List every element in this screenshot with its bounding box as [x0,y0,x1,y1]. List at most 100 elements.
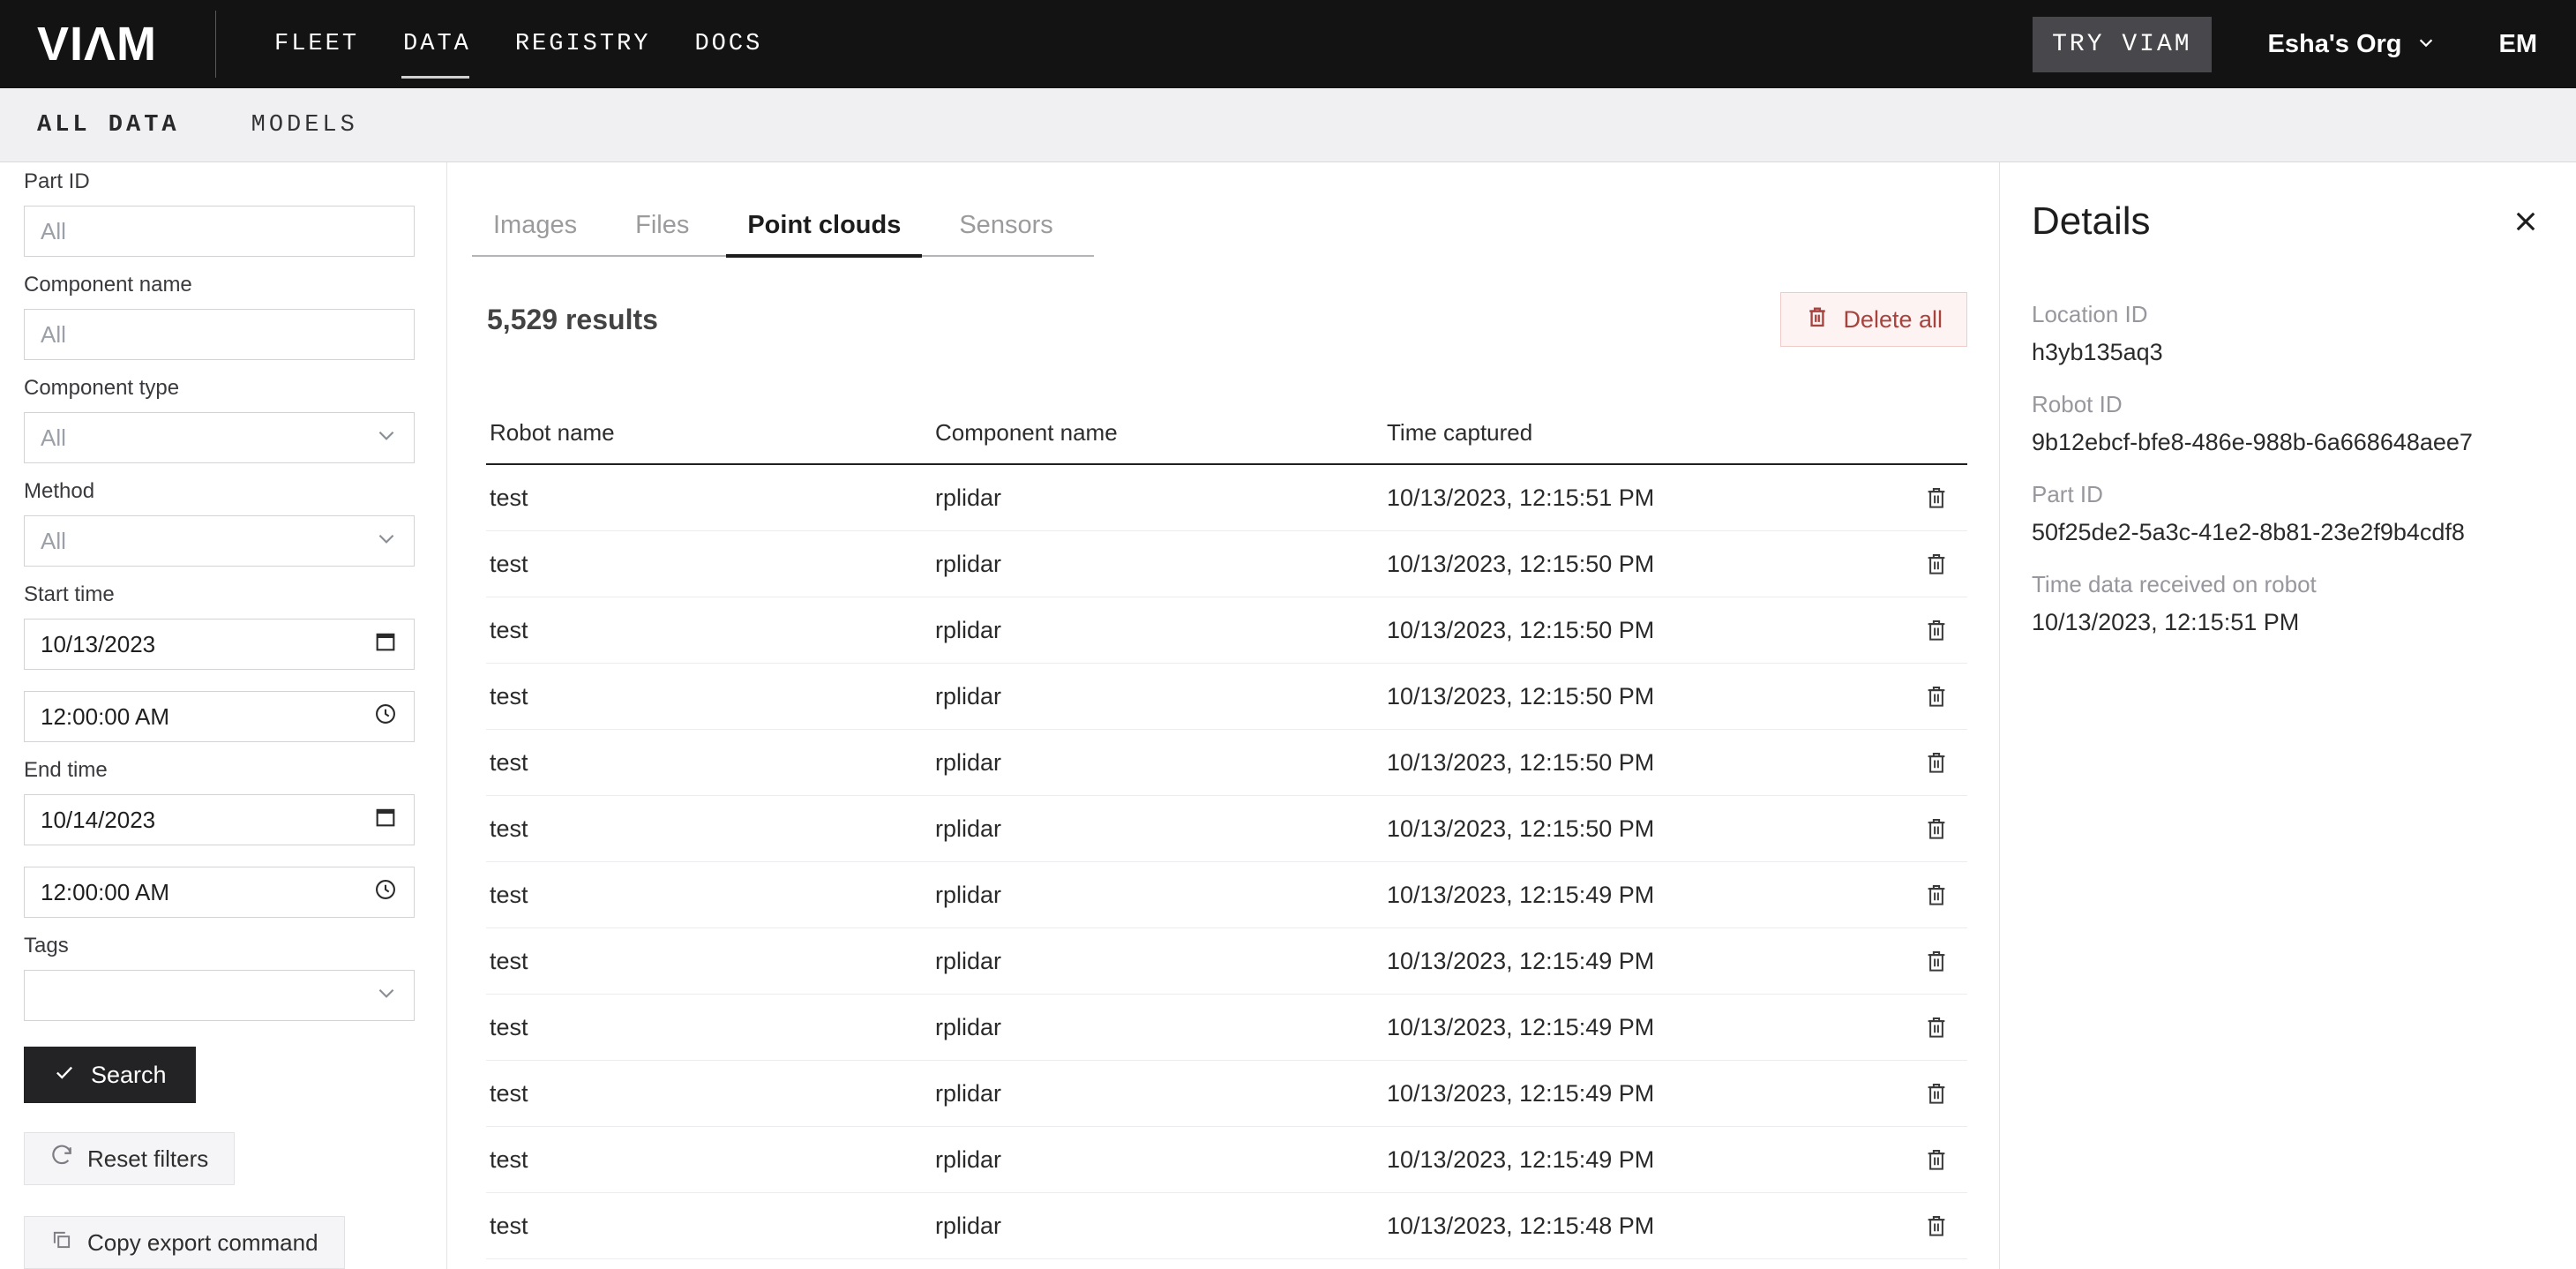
cell-time-captured: 10/13/2023, 12:15:49 PM [1383,1146,1906,1174]
clock-icon[interactable] [373,877,398,908]
table-row[interactable]: test rplidar 10/13/2023, 12:15:50 PM [486,531,1967,597]
tab-point-clouds[interactable]: Point clouds [726,210,922,258]
org-selector[interactable]: Esha's Org [2268,29,2436,59]
cell-component-name: rplidar [932,882,1383,909]
delete-row-button[interactable] [1923,484,1950,511]
cell-component-name: rplidar [932,1014,1383,1041]
table-row[interactable]: test rplidar 10/13/2023, 12:15:51 PM [486,465,1967,531]
top-nav: VIΛM FLEET DATA REGISTRY DOCS TRY VIAM E… [0,0,2576,88]
tab-sensors[interactable]: Sensors [938,210,1074,258]
try-viam-button[interactable]: TRY VIAM [2033,17,2211,72]
table-row[interactable]: test rplidar 10/13/2023, 12:15:50 PM [486,796,1967,862]
cell-component-name: rplidar [932,551,1383,578]
delete-row-button[interactable] [1923,882,1950,908]
point-clouds-table: Robot name Component name Time captured … [486,419,1967,1269]
tags-select[interactable] [24,970,415,1021]
component-name-label: Component name [24,273,415,297]
table-row[interactable]: test rplidar 10/13/2023, 12:15:48 PM [486,1259,1967,1269]
sub-nav: ALL DATA MODELS [0,88,2576,162]
chevron-down-icon [375,527,398,556]
cell-robot-name: test [486,882,932,909]
avatar[interactable]: EM [2499,30,2538,59]
table-row[interactable]: test rplidar 10/13/2023, 12:15:50 PM [486,597,1967,664]
chevron-down-icon [375,981,398,1010]
detail-field-part-id: Part ID 50f25de2-5a3c-41e2-8b81-23e2f9b4… [2032,481,2541,546]
cell-time-captured: 10/13/2023, 12:15:50 PM [1383,617,1906,644]
delete-row-button[interactable] [1923,551,1950,577]
nav-item-docs[interactable]: DOCS [694,31,762,57]
delete-row-button[interactable] [1923,1080,1950,1107]
column-robot-name: Robot name [486,419,932,446]
tags-label: Tags [24,934,415,958]
component-type-select[interactable]: All [24,412,415,463]
reset-icon [50,1145,73,1174]
check-icon [53,1061,76,1090]
start-date-input[interactable]: 10/13/2023 [24,619,415,670]
cell-robot-name: test [486,749,932,777]
delete-row-button[interactable] [1923,815,1950,842]
table-row[interactable]: test rplidar 10/13/2023, 12:15:49 PM [486,995,1967,1061]
component-type-label: Component type [24,376,415,401]
part-id-input[interactable] [24,206,415,257]
delete-row-button[interactable] [1923,1213,1950,1239]
close-icon[interactable] [2511,206,2541,237]
cell-component-name: rplidar [932,1080,1383,1108]
table-row[interactable]: test rplidar 10/13/2023, 12:15:49 PM [486,928,1967,995]
delete-row-button[interactable] [1923,948,1950,974]
detail-field-time-received: Time data received on robot 10/13/2023, … [2032,571,2541,636]
cell-component-name: rplidar [932,1146,1383,1174]
cell-robot-name: test [486,617,932,644]
part-id-label: Part ID [24,169,415,194]
column-component-name: Component name [932,419,1383,446]
detail-field-robot-id: Robot ID 9b12ebcf-bfe8-486e-988b-6a66864… [2032,391,2541,456]
data-type-tabs: Images Files Point clouds Sensors [472,210,1094,257]
main-content: Images Files Point clouds Sensors 5,529 … [447,162,1999,1269]
table-row[interactable]: test rplidar 10/13/2023, 12:15:49 PM [486,862,1967,928]
nav-item-fleet[interactable]: FLEET [274,31,359,57]
search-button[interactable]: Search [24,1047,196,1103]
tab-images[interactable]: Images [472,210,598,258]
table-row[interactable]: test rplidar 10/13/2023, 12:15:49 PM [486,1127,1967,1193]
start-time-input[interactable]: 12:00:00 AM [24,691,415,742]
cell-component-name: rplidar [932,749,1383,777]
cell-robot-name: test [486,1014,932,1041]
delete-all-button[interactable]: Delete all [1780,292,1967,347]
table-row[interactable]: test rplidar 10/13/2023, 12:15:49 PM [486,1061,1967,1127]
delete-row-button[interactable] [1923,1146,1950,1173]
table-row[interactable]: test rplidar 10/13/2023, 12:15:50 PM [486,664,1967,730]
calendar-icon[interactable] [373,629,398,660]
calendar-icon[interactable] [373,805,398,836]
viam-logo[interactable]: VIΛM [37,17,157,71]
table-row[interactable]: test rplidar 10/13/2023, 12:15:50 PM [486,730,1967,796]
nav-divider [215,11,216,78]
tab-models[interactable]: MODELS [251,112,358,139]
cell-time-captured: 10/13/2023, 12:15:49 PM [1383,1014,1906,1041]
end-time-input[interactable]: 12:00:00 AM [24,867,415,918]
method-select[interactable]: All [24,515,415,567]
delete-row-button[interactable] [1923,617,1950,643]
method-label: Method [24,479,415,504]
delete-row-button[interactable] [1923,683,1950,710]
component-name-input[interactable] [24,309,415,360]
reset-filters-button[interactable]: Reset filters [24,1132,235,1185]
cell-component-name: rplidar [932,815,1383,843]
delete-row-button[interactable] [1923,749,1950,776]
cell-component-name: rplidar [932,948,1383,975]
clock-icon[interactable] [373,702,398,732]
table-header: Robot name Component name Time captured [486,419,1967,465]
cell-time-captured: 10/13/2023, 12:15:49 PM [1383,948,1906,975]
end-date-input[interactable]: 10/14/2023 [24,794,415,845]
cell-component-name: rplidar [932,484,1383,512]
nav-item-data[interactable]: DATA [403,31,471,57]
delete-row-button[interactable] [1923,1014,1950,1040]
table-row[interactable]: test rplidar 10/13/2023, 12:15:48 PM [486,1193,1967,1259]
details-panel: Details Location ID h3yb135aq3 Robot ID … [1999,162,2576,1269]
cell-time-captured: 10/13/2023, 12:15:51 PM [1383,484,1906,512]
tab-all-data[interactable]: ALL DATA [37,112,180,139]
cell-time-captured: 10/13/2023, 12:15:48 PM [1383,1213,1906,1240]
cell-robot-name: test [486,1080,932,1108]
tab-files[interactable]: Files [614,210,710,258]
cell-time-captured: 10/13/2023, 12:15:49 PM [1383,882,1906,909]
copy-export-command-button[interactable]: Copy export command [24,1216,345,1269]
nav-item-registry[interactable]: REGISTRY [515,31,651,57]
